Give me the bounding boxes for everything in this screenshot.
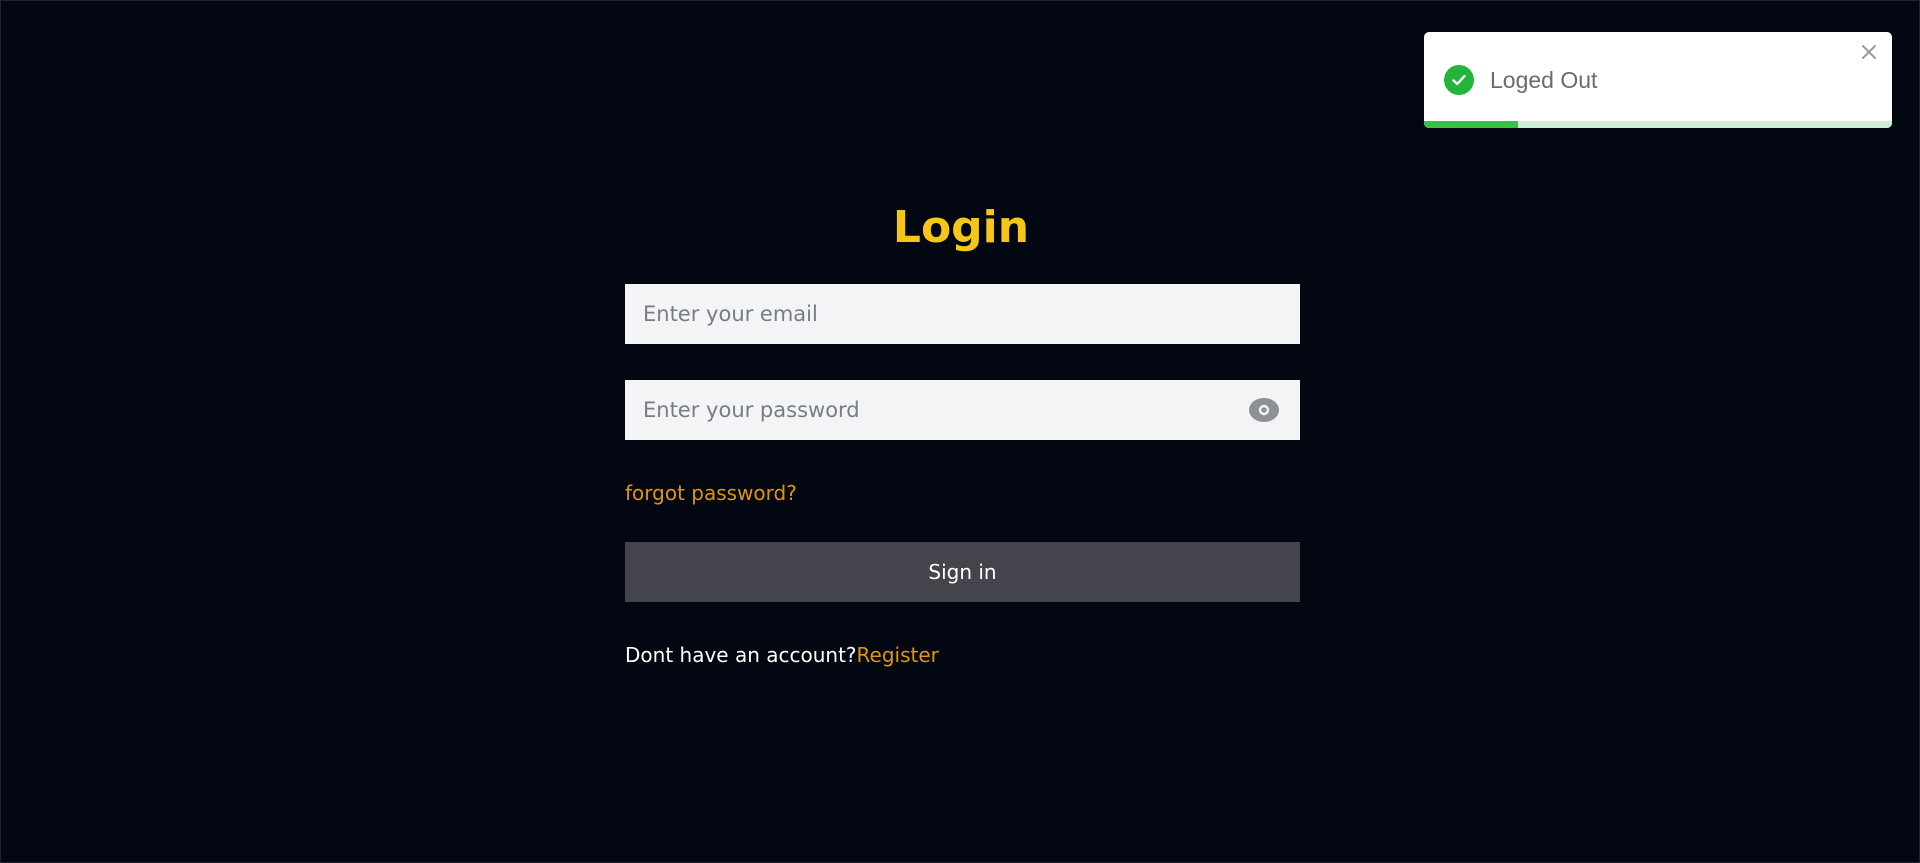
- email-field-container: [625, 284, 1300, 344]
- forgot-password-link[interactable]: forgot password?: [625, 478, 797, 508]
- register-prompt-row: Dont have an account?Register: [625, 640, 939, 670]
- register-link[interactable]: Register: [857, 643, 939, 667]
- password-input[interactable]: [625, 380, 1300, 440]
- register-prompt-text: Dont have an account?: [625, 643, 857, 667]
- close-icon[interactable]: [1859, 42, 1879, 62]
- toast-message: Loged Out: [1490, 67, 1598, 93]
- check-circle-icon: [1444, 65, 1474, 95]
- password-field-container: [625, 380, 1300, 440]
- email-input[interactable]: [625, 284, 1300, 344]
- page-title: Login: [892, 202, 1030, 253]
- logout-toast: Loged Out: [1424, 32, 1892, 128]
- toast-progress-fill: [1424, 121, 1518, 128]
- sign-in-button[interactable]: Sign in: [625, 542, 1300, 602]
- eye-icon[interactable]: [1248, 395, 1280, 425]
- toast-progress-bar: [1424, 121, 1892, 128]
